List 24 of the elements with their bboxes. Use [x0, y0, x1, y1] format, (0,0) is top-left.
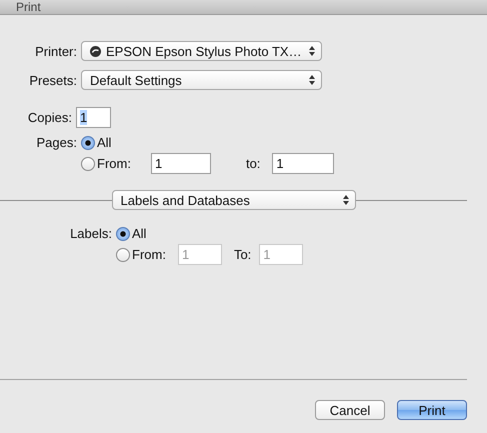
up-down-arrows-icon: [342, 195, 348, 205]
to-label: to:: [246, 156, 260, 171]
up-down-arrows-icon: [309, 46, 315, 56]
window-title: Print: [16, 0, 41, 14]
radio-button[interactable]: From:: [116, 247, 166, 262]
copies-field[interactable]: 1: [76, 107, 111, 128]
printer-popup[interactable]: EPSON Epson Stylus Photo TX…: [81, 41, 322, 61]
cancel-button[interactable]: Cancel: [315, 400, 385, 420]
print-button[interactable]: Print: [397, 400, 467, 420]
section-popup[interactable]: Labels and Databases: [112, 190, 356, 210]
radio-button[interactable]: All: [116, 226, 146, 241]
presets-popup[interactable]: Default Settings: [81, 70, 322, 90]
printer-status-icon: [90, 46, 101, 56]
presets-label: Presets:: [28, 72, 77, 88]
to-label: To:: [234, 247, 252, 262]
radio-button[interactable]: All: [81, 135, 112, 150]
printer-label: Printer:: [34, 44, 77, 58]
range-label: Pages:: [36, 135, 77, 150]
up-down-arrows-icon: [309, 75, 315, 85]
radio-button[interactable]: From:: [81, 156, 131, 171]
from-field[interactable]: 1: [150, 153, 211, 174]
copies-label: Copies:: [26, 110, 72, 125]
to-field[interactable]: 1: [272, 153, 334, 174]
range-label: Labels:: [69, 226, 112, 241]
